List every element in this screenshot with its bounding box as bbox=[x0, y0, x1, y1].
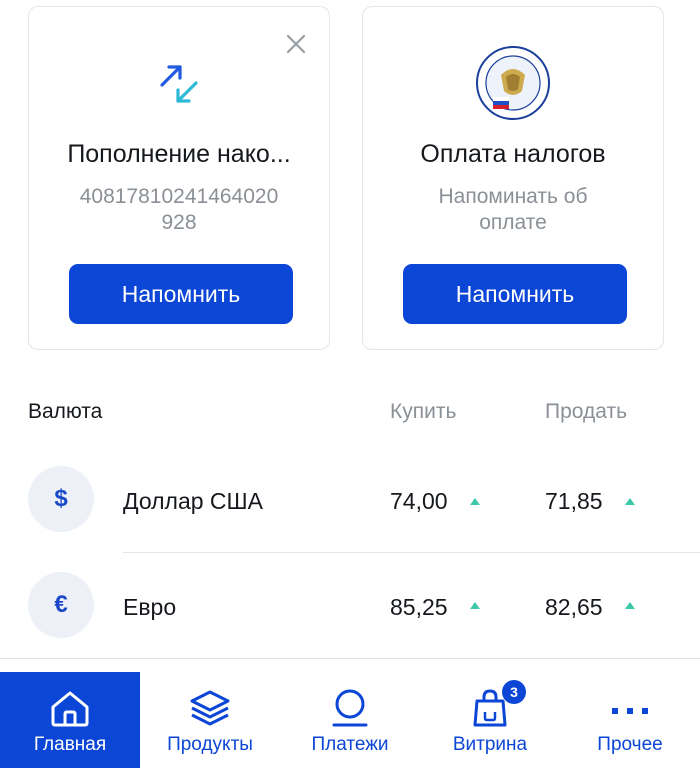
nav-item-payments[interactable]: Платежи bbox=[280, 672, 420, 768]
remind-button[interactable]: Напомнить bbox=[403, 264, 627, 324]
nav-label: Главная bbox=[33, 734, 107, 755]
euro-icon: € bbox=[28, 572, 94, 638]
reminder-card-topup[interactable]: Пополнение нако... 40817810241464020928 … bbox=[28, 6, 330, 350]
remind-button[interactable]: Напомнить bbox=[69, 264, 293, 324]
nav-item-products[interactable]: Продукты bbox=[140, 672, 280, 768]
rates-header-sell: Продать bbox=[545, 400, 628, 423]
sell-rate: 71,85 bbox=[545, 488, 603, 514]
buy-rate: 85,25 bbox=[390, 594, 448, 620]
bottom-navigation: Главная Продукты Платежи Витрина 3 Проче… bbox=[0, 672, 700, 768]
rate-row-eur[interactable]: € Евро 85,25 82,65 bbox=[0, 572, 700, 644]
nav-label: Продукты bbox=[167, 734, 253, 755]
divider bbox=[123, 552, 700, 553]
nav-item-home[interactable]: Главная bbox=[0, 672, 140, 768]
card-subtitle: Напоминать об оплате bbox=[438, 185, 588, 234]
home-icon bbox=[48, 688, 92, 733]
card-title: Пополнение нако... bbox=[67, 140, 291, 168]
rates-header-buy: Купить bbox=[390, 400, 457, 423]
nav-label: Витрина bbox=[452, 734, 528, 755]
trend-up-icon bbox=[470, 498, 480, 505]
close-icon[interactable] bbox=[285, 33, 307, 55]
divider bbox=[0, 658, 700, 659]
trend-up-icon bbox=[625, 498, 635, 505]
trend-up-icon bbox=[625, 602, 635, 609]
layers-icon bbox=[188, 688, 232, 733]
nav-item-more[interactable]: Прочее bbox=[560, 672, 700, 768]
dollar-icon: $ bbox=[28, 466, 94, 532]
account-number: 40817810241464020928 bbox=[79, 185, 279, 234]
tax-service-emblem bbox=[475, 45, 551, 126]
rates-header-currency: Валюта bbox=[28, 400, 103, 423]
currency-name: Доллар США bbox=[123, 488, 263, 514]
currency-name: Евро bbox=[123, 594, 177, 620]
card-title: Оплата налогов bbox=[420, 140, 606, 168]
notification-badge: 3 bbox=[502, 680, 526, 704]
nav-item-showcase[interactable]: Витрина bbox=[420, 672, 560, 768]
payments-icon bbox=[328, 688, 372, 733]
transfer-arrows-icon bbox=[156, 61, 202, 112]
more-dots-icon bbox=[608, 688, 652, 733]
sell-rate: 82,65 bbox=[545, 594, 603, 620]
reminder-card-taxes[interactable]: Оплата налогов Напоминать об оплате Напо… bbox=[362, 6, 664, 350]
rates-header: Валюта Купить Продать bbox=[0, 400, 700, 430]
trend-up-icon bbox=[470, 602, 480, 609]
buy-rate: 74,00 bbox=[390, 488, 448, 514]
nav-label: Прочее bbox=[597, 734, 663, 755]
nav-label: Платежи bbox=[311, 734, 389, 755]
rate-row-usd[interactable]: $ Доллар США 74,00 71,85 bbox=[0, 466, 700, 538]
